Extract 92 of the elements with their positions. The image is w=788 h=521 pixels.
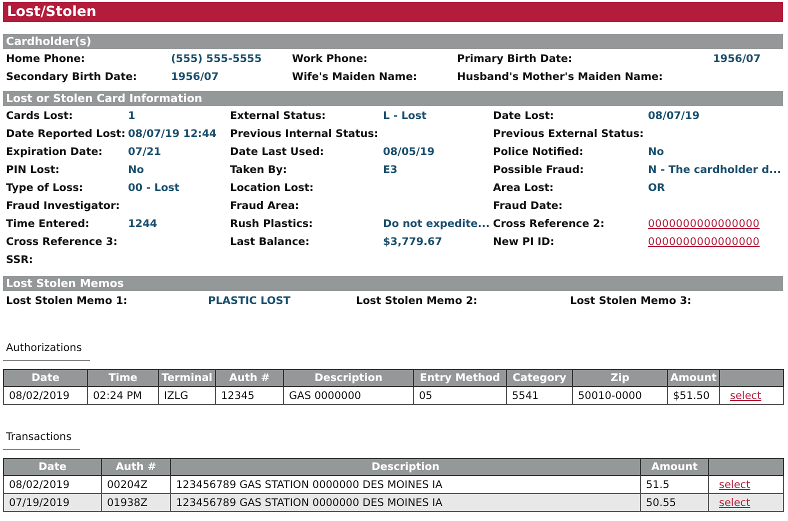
field-value: No <box>648 146 664 158</box>
table-cell: 07/19/2019 <box>4 494 102 512</box>
table-cell: 5541 <box>506 386 572 404</box>
field-link[interactable]: 0000000000000000 <box>648 218 760 230</box>
page-title: Lost/Stolen <box>3 2 783 22</box>
field-label: Lost Stolen Memo 3: <box>570 295 692 307</box>
table-cell: 51.5 <box>640 476 708 494</box>
field-value: 07/21 <box>128 146 162 158</box>
field-label: Primary Birth Date: <box>457 53 574 65</box>
table-cell: 08/02/2019 <box>4 386 88 404</box>
field-value: E3 <box>383 164 398 176</box>
section-header: Lost or Stolen Card Information <box>3 91 783 106</box>
field-label: Date Reported Lost: <box>6 128 126 140</box>
field-label: PIN Lost: <box>6 164 60 176</box>
field-label: Taken By: <box>230 164 288 176</box>
field-label: Fraud Investigator: <box>6 200 121 212</box>
field-link[interactable]: 0000000000000000 <box>648 236 760 248</box>
field-label: Fraud Area: <box>230 200 300 212</box>
field-label: Police Notified: <box>493 146 584 158</box>
table-cell: $51.50 <box>668 386 720 404</box>
table-cell: 123456789 GAS STATION 0000000 DES MOINES IA <box>170 494 640 512</box>
field-label: Possible Fraud: <box>493 164 585 176</box>
field-label: Fraud Date: <box>493 200 564 212</box>
field-label: Expiration Date: <box>6 146 104 158</box>
field-label: Lost Stolen Memo 2: <box>356 295 478 307</box>
field-value: $3,779.67 <box>383 236 442 248</box>
field-label: Cross Reference 2: <box>493 218 606 230</box>
field-value: 08/07/19 12:44 <box>128 128 217 140</box>
table-cell: 12345 <box>216 386 284 404</box>
section-header: Cardholder(s) <box>3 34 783 49</box>
field-value: OR <box>648 182 666 194</box>
field-label: Previous External Status: <box>493 128 645 140</box>
column-header: Auth # <box>102 458 170 476</box>
field-label: Secondary Birth Date: <box>6 71 138 83</box>
column-header: Entry Method <box>414 370 506 386</box>
table-cell: GAS 0000000 <box>284 386 414 404</box>
field-value: L - Lost <box>383 110 427 122</box>
field-label: Time Entered: <box>6 218 90 230</box>
column-header <box>720 370 784 386</box>
field-value: 1956/07 <box>171 71 219 83</box>
field-value: 00 - Lost <box>128 182 180 194</box>
field-label: SSR: <box>6 254 34 266</box>
field-label: Previous Internal Status: <box>230 128 380 140</box>
field-label: Date Last Used: <box>230 146 325 158</box>
column-header: Amount <box>668 370 720 386</box>
table-cell: 00204Z <box>102 476 170 494</box>
field-label: External Status: <box>230 110 327 122</box>
field-label: Date Lost: <box>493 110 555 122</box>
table-cell: 02:24 PM <box>88 386 158 404</box>
field-label: New PI ID: <box>493 236 556 248</box>
section-tab[interactable]: Transactions <box>3 431 80 450</box>
section-header: Lost Stolen Memos <box>3 276 783 291</box>
table-cell: 01938Z <box>102 494 170 512</box>
field-label: Home Phone: <box>6 53 86 65</box>
column-header: Date <box>4 458 102 476</box>
column-header: Description <box>284 370 414 386</box>
column-header: Category <box>506 370 572 386</box>
field-value: (555) 555-5555 <box>171 53 262 65</box>
column-header: Auth # <box>216 370 284 386</box>
column-header: Description <box>170 458 640 476</box>
table-cell: 50.55 <box>640 494 708 512</box>
column-header: Zip <box>572 370 668 386</box>
field-label: Last Balance: <box>230 236 310 248</box>
field-value: 1956/07 <box>713 53 761 65</box>
table-cell: 05 <box>414 386 506 404</box>
field-label: Lost Stolen Memo 1: <box>6 295 128 307</box>
field-label: Rush Plastics: <box>230 218 314 230</box>
field-value: PLASTIC LOST <box>208 295 290 307</box>
table-cell: 08/02/2019 <box>4 476 102 494</box>
field-value: 1 <box>128 110 136 122</box>
table-cell: IZLG <box>158 386 216 404</box>
column-header: Amount <box>640 458 708 476</box>
field-label: Cross Reference 3: <box>6 236 118 248</box>
field-value: No <box>128 164 144 176</box>
field-value: 08/05/19 <box>383 146 435 158</box>
column-header: Terminal <box>158 370 216 386</box>
field-label: Wife's Maiden Name: <box>292 71 418 83</box>
field-value: 08/07/19 <box>648 110 700 122</box>
field-value: 1244 <box>128 218 158 230</box>
table-cell: 50010-0000 <box>572 386 668 404</box>
field-value: Do not expedite... <box>383 218 490 230</box>
field-value: N - The cardholder d... <box>648 164 782 176</box>
field-label: Type of Loss: <box>6 182 84 194</box>
column-header: Time <box>88 370 158 386</box>
field-label: Location Lost: <box>230 182 315 194</box>
table-cell: 123456789 GAS STATION 0000000 DES MOINES IA <box>170 476 640 494</box>
field-label: Work Phone: <box>292 53 368 65</box>
field-label: Cards Lost: <box>6 110 74 122</box>
column-header: Date <box>4 370 88 386</box>
section-tab[interactable]: Authorizations <box>3 342 90 361</box>
field-label: Husband's Mother's Maiden Name: <box>457 71 664 83</box>
field-label: Area Lost: <box>493 182 555 194</box>
